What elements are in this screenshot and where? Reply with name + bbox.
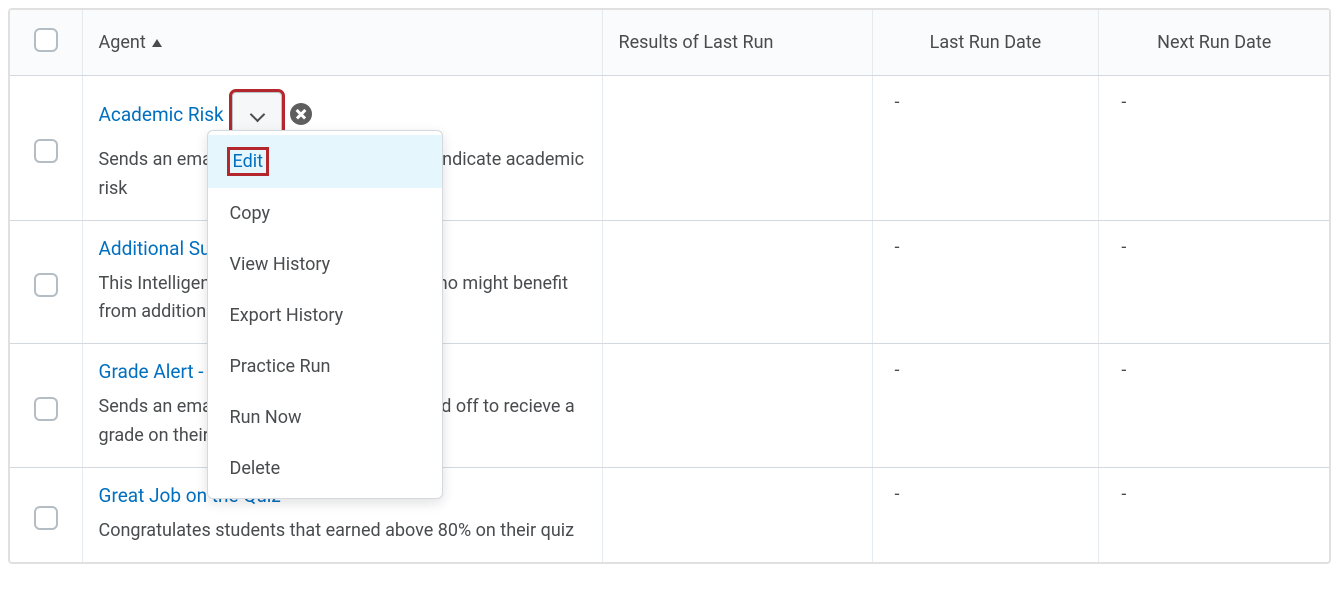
menu-item-run-now[interactable]: Run Now (208, 392, 442, 443)
last-run-cell: - (872, 76, 1099, 221)
select-all-checkbox[interactable] (34, 28, 58, 52)
chevron-down-icon (250, 107, 264, 121)
sort-asc-icon (152, 39, 162, 47)
results-cell (602, 467, 872, 561)
next-run-cell: - (1099, 344, 1329, 468)
next-run-cell: - (1099, 76, 1329, 221)
row-checkbox[interactable] (34, 397, 58, 421)
row-checkbox-cell (10, 220, 82, 344)
menu-item-copy[interactable]: Copy (208, 188, 442, 239)
agent-description: Congratulates students that earned above… (99, 517, 586, 546)
row-checkbox-cell (10, 344, 82, 468)
table-header-row: Agent Results of Last Run Last Run Date … (10, 10, 1329, 76)
menu-item-delete[interactable]: Delete (208, 443, 442, 494)
results-cell (602, 220, 872, 344)
disabled-icon (290, 103, 312, 125)
next-run-cell: - (1099, 220, 1329, 344)
menu-item-edit[interactable]: Edit (208, 135, 442, 188)
row-checkbox-cell (10, 76, 82, 221)
row-checkbox[interactable] (34, 506, 58, 530)
header-next-run: Next Run Date (1099, 10, 1329, 76)
last-run-cell: - (872, 220, 1099, 344)
last-run-cell: - (872, 467, 1099, 561)
table-row: Academic Risk Sends an email to the stud… (10, 76, 1329, 221)
row-checkbox-cell (10, 467, 82, 561)
header-agent-label: Agent (99, 32, 146, 53)
menu-item-practice-run[interactable]: Practice Run (208, 341, 442, 392)
last-run-cell: - (872, 344, 1099, 468)
next-run-cell: - (1099, 467, 1329, 561)
agent-link[interactable]: Academic Risk (99, 103, 224, 126)
agents-table: Agent Results of Last Run Last Run Date … (10, 10, 1329, 562)
menu-item-view-history[interactable]: View History (208, 239, 442, 290)
agent-cell: Academic Risk Sends an email to the stud… (82, 76, 602, 221)
sort-agent-header[interactable]: Agent (99, 32, 162, 53)
header-results: Results of Last Run (602, 10, 872, 76)
agents-table-wrapper: Agent Results of Last Run Last Run Date … (8, 8, 1331, 564)
actions-dropdown: Edit Copy View History Export History Pr… (207, 130, 443, 499)
results-cell (602, 76, 872, 221)
row-checkbox[interactable] (34, 273, 58, 297)
menu-item-export-history[interactable]: Export History (208, 290, 442, 341)
header-agent[interactable]: Agent (82, 10, 602, 76)
header-last-run: Last Run Date (872, 10, 1099, 76)
row-checkbox[interactable] (34, 139, 58, 163)
results-cell (602, 344, 872, 468)
header-checkbox-cell (10, 10, 82, 76)
